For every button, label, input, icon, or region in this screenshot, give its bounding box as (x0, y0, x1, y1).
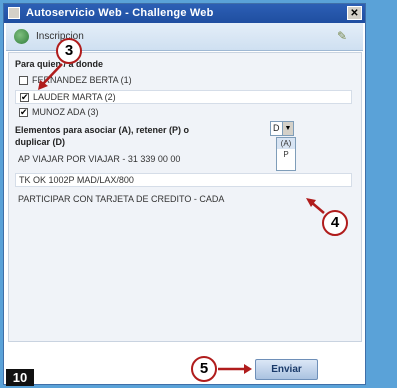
step-marker-4: 4 (322, 210, 348, 236)
arrow-step3 (41, 63, 63, 86)
page-number: 10 (6, 369, 34, 386)
step-marker-5: 5 (191, 356, 217, 382)
arrowhead-step5 (244, 364, 252, 374)
step-marker-3: 3 (56, 38, 82, 64)
